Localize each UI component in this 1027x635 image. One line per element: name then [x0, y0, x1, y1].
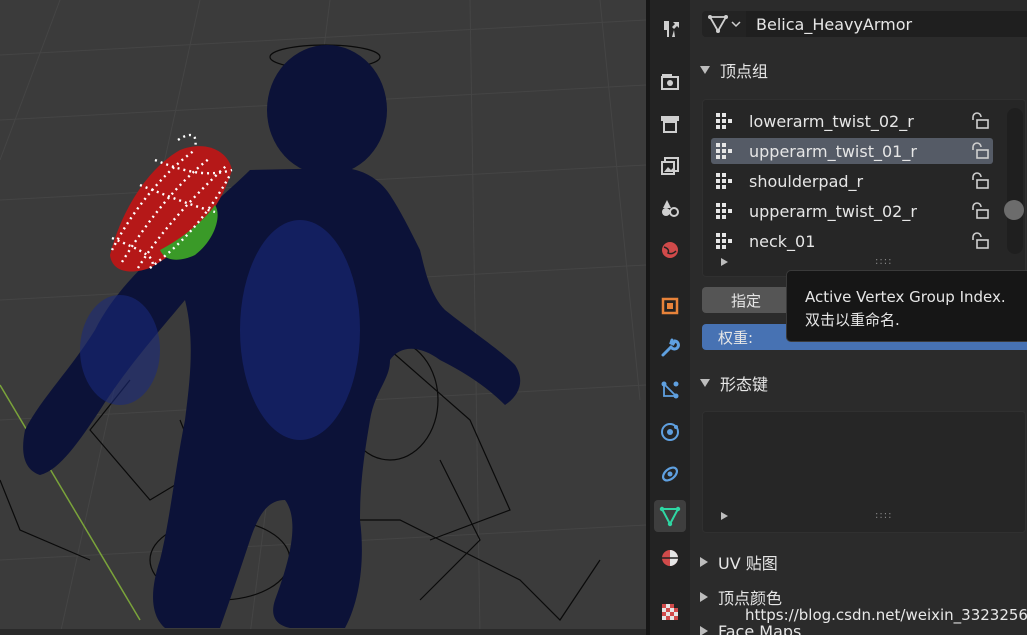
- vertex-group-name: shoulderpad_r: [749, 171, 864, 191]
- list-resize-grip[interactable]: ::::: [875, 256, 892, 267]
- view-layer-tab[interactable]: [654, 150, 686, 182]
- material-icon: [662, 550, 678, 566]
- vertex-group-name: lowerarm_twist_02_r: [749, 111, 914, 131]
- vertex-group-item[interactable]: neck_01: [711, 228, 993, 254]
- physics-icon: [661, 423, 679, 441]
- expand-triangle-icon: [700, 626, 708, 635]
- expand-triangle-icon: [700, 592, 708, 602]
- unlocked-icon[interactable]: [969, 141, 991, 161]
- modifier-tab[interactable]: [654, 332, 686, 364]
- vertex-group-icon: [716, 233, 732, 249]
- world-tab[interactable]: [654, 234, 686, 266]
- list-options-toggle-icon[interactable]: [721, 258, 728, 266]
- vertex-group-name: upperarm_twist_01_r: [749, 141, 917, 161]
- physics-tab[interactable]: [654, 416, 686, 448]
- render-icon: [661, 74, 679, 90]
- tooltip-line-2: 双击以重命名.: [805, 311, 900, 329]
- vertex-group-item-active[interactable]: upperarm_twist_01_r: [711, 138, 993, 164]
- collapse-triangle-icon: [700, 66, 710, 74]
- tool-icon: [664, 21, 679, 37]
- modifier-icon: [661, 338, 680, 357]
- viewport-scene: [0, 0, 646, 635]
- list-scrollbar[interactable]: [1004, 108, 1024, 254]
- vertex-group-icon: [716, 143, 732, 159]
- mesh-data-dropdown[interactable]: [702, 11, 746, 37]
- unlocked-icon[interactable]: [969, 201, 991, 221]
- unlocked-icon[interactable]: [969, 231, 991, 251]
- scene-tab[interactable]: [654, 192, 686, 224]
- weight-label: 权重:: [718, 328, 754, 347]
- uv-maps-title: UV 贴图: [718, 554, 778, 573]
- vertex-groups-panel-header[interactable]: 顶点组: [700, 57, 768, 83]
- scene-icon: [662, 200, 679, 217]
- particles-icon: [661, 381, 679, 399]
- vertex-group-name: upperarm_twist_02_r: [749, 201, 917, 221]
- object-icon: [661, 297, 679, 315]
- output-icon: [661, 116, 679, 133]
- unlocked-icon[interactable]: [969, 171, 991, 191]
- unlocked-icon[interactable]: [969, 111, 991, 131]
- shape-keys-panel-header[interactable]: 形态键: [700, 370, 768, 396]
- mesh-data-icon: [708, 15, 728, 33]
- list-options-toggle-icon[interactable]: [721, 512, 728, 520]
- material-tab[interactable]: [654, 542, 686, 574]
- texture-tab[interactable]: [654, 596, 686, 628]
- 3d-viewport[interactable]: [0, 0, 646, 635]
- watermark: https://blog.csdn.net/weixin_33232568: [745, 606, 1027, 624]
- vertex-group-item[interactable]: lowerarm_twist_02_r: [711, 108, 993, 134]
- tooltip-line-1: Active Vertex Group Index.: [805, 288, 1006, 306]
- chevron-down-icon: [731, 21, 741, 28]
- vertex-group-icon: [716, 173, 732, 189]
- data-icon: [659, 506, 681, 527]
- vertex-group-item[interactable]: shoulderpad_r: [711, 168, 993, 194]
- shape-keys-title: 形态键: [720, 375, 769, 394]
- vertex-group-name: neck_01: [749, 231, 816, 251]
- expand-triangle-icon: [700, 557, 708, 567]
- tooltip: Active Vertex Group Index. 双击以重命名.: [786, 270, 1027, 342]
- particles-tab[interactable]: [654, 374, 686, 406]
- properties-tab-bar: [650, 0, 690, 635]
- list-resize-grip[interactable]: ::::: [875, 510, 892, 521]
- vertex-group-icon: [716, 203, 732, 219]
- shape-key-list[interactable]: ::::: [702, 411, 1026, 533]
- render-tab[interactable]: [654, 66, 686, 98]
- uv-maps-panel-header[interactable]: UV 贴图: [700, 549, 778, 575]
- vertex-group-item[interactable]: upperarm_twist_02_r: [711, 198, 993, 224]
- output-tab[interactable]: [654, 108, 686, 140]
- scrollbar-thumb[interactable]: [1004, 200, 1024, 220]
- collapse-triangle-icon: [700, 379, 710, 387]
- vertex-group-icon: [716, 113, 732, 129]
- vertex-groups-title: 顶点组: [720, 62, 769, 81]
- assign-button[interactable]: 指定: [702, 287, 790, 313]
- data-header: Belica_HeavyArmor: [702, 10, 1027, 38]
- vertex-group-list[interactable]: lowerarm_twist_02_r upperarm_twist_01_r …: [702, 99, 1026, 277]
- constraints-tab[interactable]: [654, 458, 686, 490]
- mesh-name-field[interactable]: Belica_HeavyArmor: [746, 11, 1027, 37]
- tool-tab[interactable]: [654, 13, 686, 45]
- object-tab[interactable]: [654, 290, 686, 322]
- texture-icon: [662, 604, 678, 620]
- data-tab[interactable]: [654, 500, 686, 532]
- world-icon: [662, 242, 678, 258]
- constraints-icon: [661, 466, 679, 482]
- view-layer-icon: [661, 157, 679, 175]
